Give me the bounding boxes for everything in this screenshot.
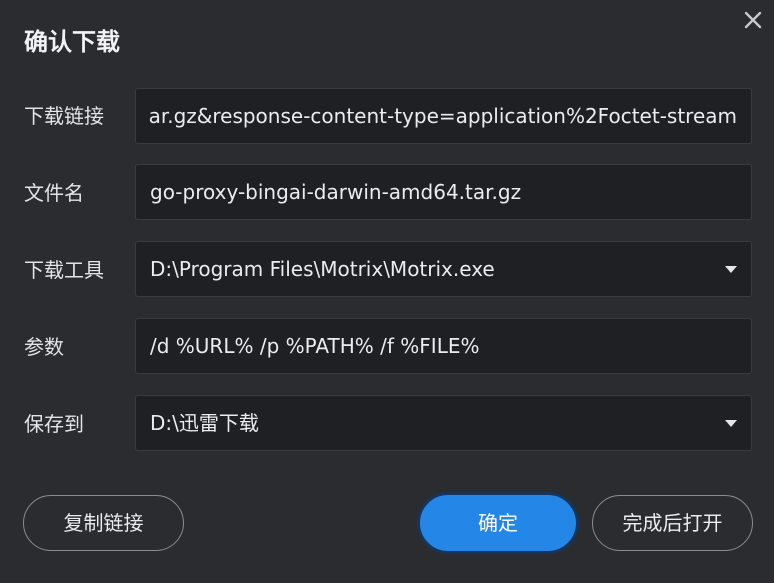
open-after-complete-button[interactable]: 完成后打开 bbox=[592, 495, 753, 551]
tool-value: D:\Program Files\Motrix\Motrix.exe bbox=[150, 257, 495, 281]
tool-label: 下载工具 bbox=[24, 258, 104, 282]
chevron-down-icon[interactable] bbox=[723, 417, 739, 429]
url-label: 下载链接 bbox=[24, 104, 104, 128]
filename-label: 文件名 bbox=[24, 181, 84, 205]
tool-select[interactable]: D:\Program Files\Motrix\Motrix.exe bbox=[135, 241, 752, 297]
params-value: /d %URL% /p %PATH% /f %FILE% bbox=[150, 334, 480, 358]
save-to-select[interactable]: D:\迅雷下载 bbox=[135, 395, 752, 451]
filename-value: go-proxy-bingai-darwin-amd64.tar.gz bbox=[150, 180, 522, 204]
url-value: ar.gz&response-content-type=application%… bbox=[148, 104, 737, 128]
params-input[interactable]: /d %URL% /p %PATH% /f %FILE% bbox=[135, 318, 752, 374]
save-to-value: D:\迅雷下载 bbox=[150, 411, 259, 435]
save-to-label: 保存到 bbox=[24, 412, 84, 436]
confirm-download-dialog: 确认下载 下载链接 ar.gz&response-content-type=ap… bbox=[0, 0, 774, 583]
close-icon[interactable] bbox=[738, 5, 766, 33]
url-input[interactable]: ar.gz&response-content-type=application%… bbox=[135, 88, 752, 144]
filename-input[interactable]: go-proxy-bingai-darwin-amd64.tar.gz bbox=[135, 164, 752, 220]
chevron-down-icon[interactable] bbox=[723, 263, 739, 275]
dialog-title: 确认下载 bbox=[24, 28, 120, 56]
copy-link-button[interactable]: 复制链接 bbox=[23, 495, 184, 551]
confirm-button[interactable]: 确定 bbox=[420, 495, 576, 551]
params-label: 参数 bbox=[24, 335, 64, 359]
